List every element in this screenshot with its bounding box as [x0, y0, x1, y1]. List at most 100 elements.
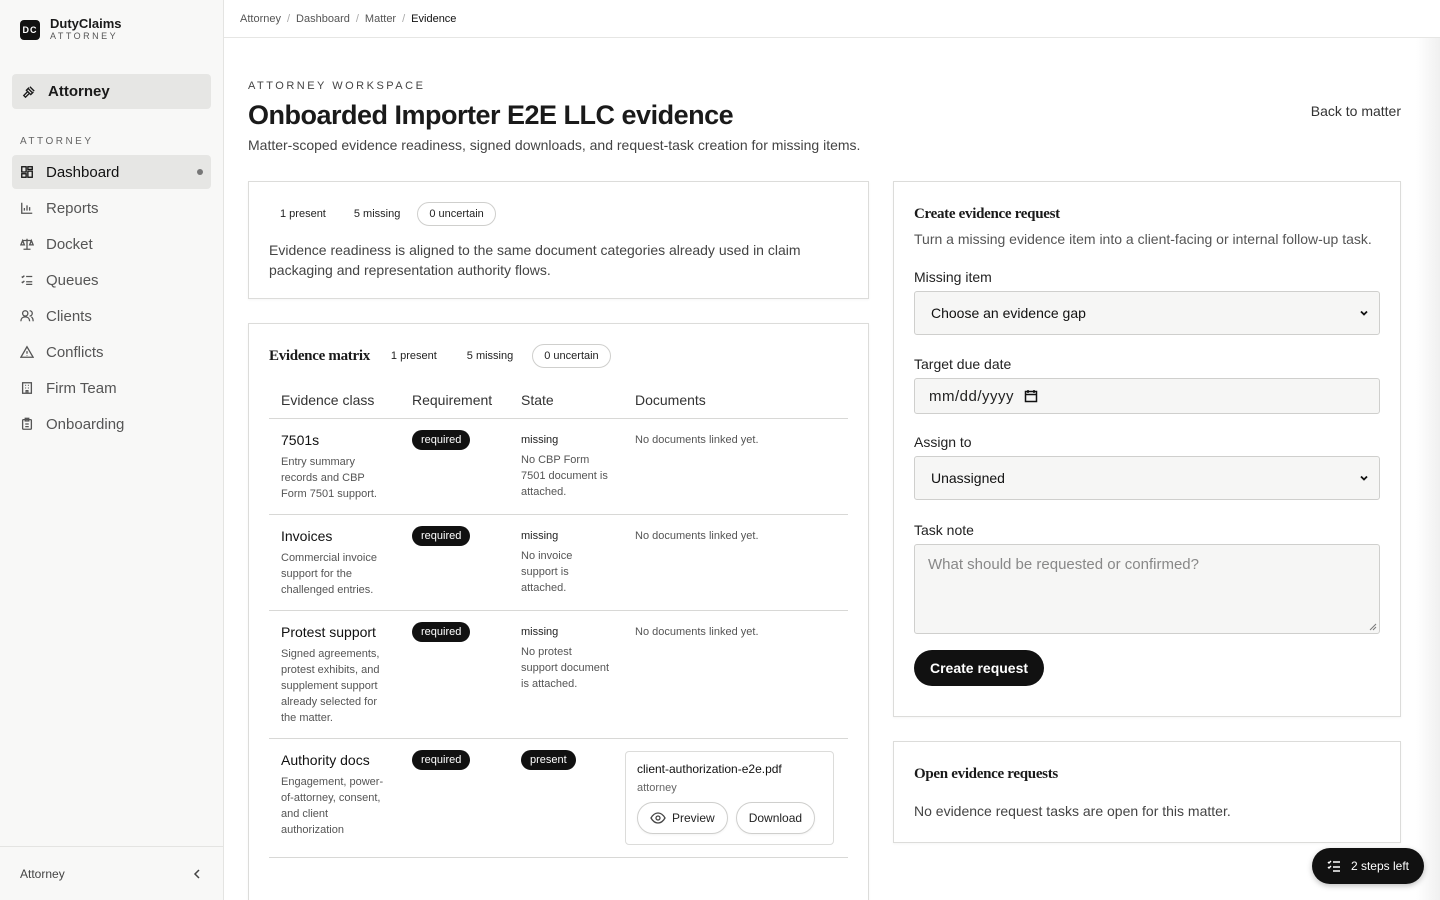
missing-item-label: Missing item — [914, 269, 992, 285]
no-documents-text: No documents linked yet. — [635, 434, 759, 446]
task-note-placeholder: What should be requested or confirmed? — [928, 556, 1199, 573]
documents-cell: client-authorization-e2e.pdf attorney Pr… — [623, 738, 848, 858]
document-filename: client-authorization-e2e.pdf — [637, 762, 782, 776]
create-request-button[interactable]: Create request — [914, 650, 1045, 686]
state-badge: missing — [521, 530, 559, 542]
breadcrumb-item-matter[interactable]: Matter — [365, 13, 396, 25]
breadcrumb-separator: / — [402, 12, 406, 25]
requirement-badge: required — [412, 526, 471, 546]
state-cell: present — [509, 738, 623, 858]
evidence-matrix-card: Evidence matrix 1 present 5 missing 0 un… — [248, 323, 869, 900]
calendar-icon[interactable] — [1024, 389, 1038, 403]
download-button-label: Download — [748, 811, 803, 825]
no-documents-text: No documents linked yet. — [635, 530, 759, 542]
document-uploader-role: attorney — [637, 782, 677, 794]
assign-to-label: Assign to — [914, 434, 972, 450]
scroll-shadow — [1416, 38, 1440, 900]
assign-to-select[interactable]: Unassigned — [914, 456, 1380, 500]
checklist-icon — [1327, 860, 1341, 872]
missing-count-badge: 5 missing — [353, 208, 401, 220]
sidebar-item-conflicts[interactable]: Conflicts — [12, 335, 211, 369]
assign-to-select-value: Unassigned — [931, 470, 1005, 486]
readiness-summary-text: Evidence readiness is aligned to the sam… — [269, 242, 801, 278]
state-badge: missing — [521, 434, 559, 446]
role-switcher[interactable]: Attorney — [12, 74, 211, 109]
missing-item-select[interactable]: Choose an evidence gap — [914, 291, 1380, 335]
download-button[interactable]: Download — [735, 802, 816, 834]
create-request-subtitle: Turn a missing evidence item into a clie… — [914, 231, 1372, 247]
column-header-requirement: Requirement — [400, 392, 509, 419]
task-note-textarea[interactable]: What should be requested or confirmed? — [914, 544, 1380, 634]
requirement-badge: required — [412, 750, 471, 770]
collapse-sidebar-icon[interactable] — [191, 868, 203, 880]
missing-count-badge: 5 missing — [466, 350, 514, 362]
requirement-cell: required — [400, 418, 509, 515]
document-card: client-authorization-e2e.pdf attorney Pr… — [625, 751, 834, 845]
grid-icon — [20, 165, 34, 179]
sidebar-item-reports[interactable]: Reports — [12, 191, 211, 225]
brand-subtitle: ATTORNEY — [50, 31, 119, 41]
evidence-class-description: Commercial invoice support for the chall… — [281, 552, 377, 596]
documents-cell: No documents linked yet. — [623, 418, 848, 515]
state-note: No invoice support is attached. — [521, 550, 573, 594]
sidebar-item-label: Reports — [46, 199, 99, 217]
breadcrumb: Attorney / Dashboard / Matter / Evidence — [224, 0, 1440, 38]
matrix-header: Evidence matrix 1 present 5 missing 0 un… — [269, 344, 848, 368]
sidebar-item-label: Dashboard — [46, 163, 120, 181]
gavel-icon — [22, 85, 36, 99]
evidence-class-cell: 7501s Entry summary records and CBP Form… — [269, 418, 400, 515]
evidence-class-cell: Invoices Commercial invoice support for … — [269, 514, 400, 611]
sidebar-item-onboarding[interactable]: Onboarding — [12, 407, 211, 441]
breadcrumb-item-attorney[interactable]: Attorney — [240, 13, 281, 25]
requirement-badge: required — [412, 430, 471, 450]
evidence-class-cell: Authority docs Engagement, power-of-atto… — [269, 738, 400, 858]
evidence-class-name: 7501s — [281, 432, 320, 448]
sidebar-item-label: Clients — [46, 307, 92, 325]
users-icon — [20, 309, 34, 323]
due-date-input[interactable]: mm/dd/yyyy — [914, 378, 1380, 414]
create-request-card: Create evidence request Turn a missing e… — [893, 181, 1401, 717]
evidence-class-name: Authority docs — [281, 752, 370, 768]
steps-left-label: 2 steps left — [1350, 859, 1409, 873]
open-requests-empty-text: No evidence request tasks are open for t… — [914, 803, 1231, 819]
brand-name: DutyClaims — [50, 16, 122, 31]
evidence-class-cell: Protest support Signed agreements, prote… — [269, 610, 400, 739]
evidence-class-name: Protest support — [281, 624, 376, 640]
breadcrumb-separator: / — [286, 12, 291, 25]
state-note: No CBP Form 7501 document is attached. — [521, 454, 608, 498]
active-indicator-dot — [197, 169, 203, 175]
sidebar: DC DutyClaims ATTORNEY Attorney ATTORNEY… — [0, 0, 224, 900]
documents-cell: No documents linked yet. — [623, 514, 848, 611]
requirement-badge: required — [412, 622, 471, 642]
sidebar-item-docket[interactable]: Docket — [12, 227, 211, 261]
no-documents-text: No documents linked yet. — [635, 626, 759, 638]
evidence-class-description: Signed agreements, protest exhibits, and… — [281, 648, 380, 724]
brand-logo: DC — [20, 19, 40, 40]
breadcrumb-item-dashboard[interactable]: Dashboard — [296, 13, 350, 25]
page-title: Onboarded Importer E2E LLC evidence — [248, 100, 734, 130]
sidebar-item-queues[interactable]: Queues — [12, 263, 211, 297]
onboarding-steps-button[interactable]: 2 steps left — [1311, 848, 1424, 884]
evidence-class-description: Entry summary records and CBP Form 7501 … — [281, 456, 377, 500]
list-checks-icon — [20, 273, 34, 287]
brand[interactable]: DC DutyClaims ATTORNEY — [0, 0, 223, 59]
evidence-matrix-title: Evidence matrix — [269, 347, 370, 364]
table-row: Protest support Signed agreements, prote… — [269, 610, 848, 739]
column-header-evidence-class: Evidence class — [269, 392, 400, 419]
present-count-badge: 1 present — [280, 208, 326, 220]
state-badge: present — [521, 750, 576, 770]
preview-button[interactable]: Preview — [637, 802, 728, 834]
back-to-matter-link[interactable]: Back to matter — [1311, 103, 1401, 119]
sidebar-item-firm-team[interactable]: Firm Team — [12, 371, 211, 405]
create-request-title: Create evidence request — [914, 206, 1060, 222]
sidebar-footer-label: Attorney — [20, 866, 65, 881]
breadcrumb-separator: / — [355, 12, 359, 25]
resize-handle-icon[interactable] — [1369, 623, 1377, 631]
bar-chart-icon — [20, 201, 34, 215]
table-row: Invoices Commercial invoice support for … — [269, 514, 848, 611]
clipboard-icon — [20, 417, 34, 431]
sidebar-item-dashboard[interactable]: Dashboard — [12, 155, 211, 189]
sidebar-item-clients[interactable]: Clients — [12, 299, 211, 333]
readiness-summary-card: 1 present 5 missing 0 uncertain Evidence… — [248, 181, 869, 299]
documents-cell: No documents linked yet. — [623, 610, 848, 739]
